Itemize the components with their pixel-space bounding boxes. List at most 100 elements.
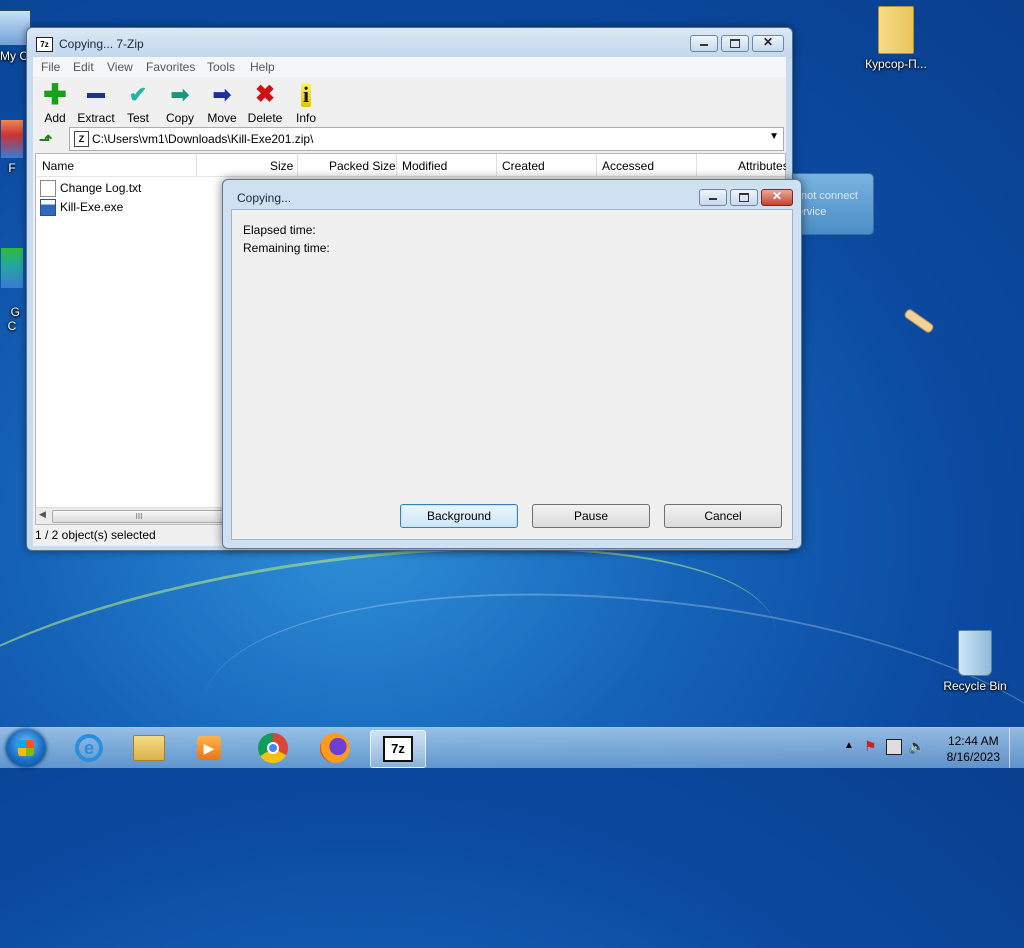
col-packed-size[interactable]: Packed Size <box>329 159 396 173</box>
exe-file-icon <box>40 198 56 216</box>
windows-logo-icon <box>18 740 34 756</box>
extract-button[interactable]: Extract <box>74 83 118 125</box>
check-icon: ✔ <box>128 82 148 107</box>
close-icon: ✕ <box>762 35 774 49</box>
plus-icon: ✚ <box>43 79 67 110</box>
delete-button[interactable]: ✖ Delete <box>243 83 287 126</box>
background-button[interactable]: Background <box>400 504 518 528</box>
menu-help[interactable]: Help <box>250 60 275 74</box>
double-arrow-icon: ➡ <box>170 82 190 107</box>
minus-icon <box>74 83 118 107</box>
maximize-icon <box>730 39 740 48</box>
address-bar: ⬏ Z C:\Users\vm1\Downloads\Kill-Exe201.z… <box>35 127 784 151</box>
action-center-flag-icon[interactable]: ⚑ <box>864 738 877 755</box>
show-hidden-icons-icon[interactable]: ▲ <box>844 740 854 751</box>
address-path: C:\Users\vm1\Downloads\Kill-Exe201.zip\ <box>92 132 314 146</box>
desktop-icon-label: F <box>8 161 16 175</box>
test-label: Test <box>126 111 149 125</box>
bone-cursor-icon <box>903 307 935 335</box>
7zip-app-icon: 7z <box>36 37 53 52</box>
dialog-maximize-button[interactable] <box>730 189 758 206</box>
desktop-icon-label: My C <box>0 49 28 63</box>
col-size[interactable]: Size <box>270 159 293 173</box>
close-button[interactable]: ✕ <box>752 35 784 52</box>
minimize-icon <box>709 198 717 200</box>
taskbar-7zip[interactable]: 7z <box>370 730 426 768</box>
address-combo[interactable]: Z C:\Users\vm1\Downloads\Kill-Exe201.zip… <box>69 127 784 151</box>
chevron-down-icon[interactable]: ▼ <box>769 131 779 142</box>
col-attributes[interactable]: Attributes <box>738 159 786 173</box>
menu-file[interactable]: File <box>41 60 60 74</box>
move-label: Move <box>207 111 237 125</box>
volume-icon[interactable]: 🔈 <box>908 738 925 755</box>
chrome-icon <box>258 733 288 763</box>
delete-label: Delete <box>247 111 283 125</box>
move-button[interactable]: ➡ Move <box>200 82 244 126</box>
show-desktop-button[interactable] <box>1009 728 1024 768</box>
shortcut-icon <box>1 248 23 288</box>
menu-tools[interactable]: Tools <box>207 60 235 74</box>
pause-button[interactable]: Pause <box>532 504 650 528</box>
col-name[interactable]: Name <box>42 159 74 173</box>
menu-edit[interactable]: Edit <box>73 60 94 74</box>
menu-bar: File Edit View Favorites Tools Help <box>33 57 786 77</box>
col-modified[interactable]: Modified <box>402 159 447 173</box>
list-item[interactable]: Kill-Exe.exe <box>40 198 123 216</box>
add-label: Add <box>44 111 66 125</box>
minimize-icon <box>700 44 708 46</box>
taskbar-file-explorer[interactable] <box>122 730 176 766</box>
desktop-icon-label: Курсор-П... <box>865 57 927 71</box>
desktop-icon-kursor-folder[interactable]: Курсор-П... <box>856 6 936 71</box>
file-explorer-icon <box>133 735 165 761</box>
menu-view[interactable]: View <box>107 60 133 74</box>
dialog-minimize-button[interactable] <box>699 189 727 206</box>
caption-buttons: ✕ <box>690 35 784 52</box>
test-button[interactable]: ✔ Test <box>116 82 160 126</box>
taskbar-media-player[interactable]: ▶ <box>182 730 236 766</box>
dialog-caption-buttons: ✕ <box>699 189 793 206</box>
minimize-button[interactable] <box>690 35 718 52</box>
col-divider <box>196 154 197 176</box>
notification-balloon[interactable]: not connect ervice <box>790 173 874 235</box>
zip-archive-icon: Z <box>74 131 89 147</box>
clock-date: 8/16/2023 <box>946 750 1000 764</box>
media-player-icon: ▶ <box>197 736 221 760</box>
notification-line-1: not connect <box>801 190 858 202</box>
taskbar-firefox[interactable] <box>308 730 362 766</box>
taskbar-internet-explorer[interactable]: e <box>62 730 116 766</box>
clock[interactable]: 12:44 AM 8/16/2023 <box>947 733 1000 765</box>
info-icon: i <box>301 82 311 107</box>
dialog-client: Elapsed time: Remaining time: Background… <box>231 209 793 540</box>
internet-explorer-icon: e <box>75 734 103 762</box>
add-button[interactable]: ✚ Add <box>33 79 77 126</box>
folder-icon <box>878 6 914 54</box>
info-button[interactable]: i Info <box>284 83 328 125</box>
text-file-icon <box>40 179 56 197</box>
menu-favorites[interactable]: Favorites <box>146 60 195 74</box>
column-header: Name Size Packed Size Modified Created A… <box>36 154 786 177</box>
up-folder-icon[interactable]: ⬏ <box>39 130 57 149</box>
copy-button[interactable]: ➡ Copy <box>158 82 202 126</box>
system-tray: ▲ ⚑ 🔈 12:44 AM 8/16/2023 <box>834 728 1024 768</box>
clock-time: 12:44 AM <box>947 734 999 748</box>
arrow-right-icon: ➡ <box>212 82 232 107</box>
col-created[interactable]: Created <box>502 159 545 173</box>
file-name: Kill-Exe.exe <box>60 200 124 214</box>
scroll-left-icon[interactable]: ◀ <box>39 509 46 520</box>
status-text: 1 / 2 object(s) selected <box>35 528 156 542</box>
list-item[interactable]: Change Log.txt <box>40 179 141 197</box>
taskbar-chrome[interactable] <box>246 730 300 766</box>
col-divider <box>596 154 597 176</box>
scroll-thumb[interactable]: III <box>52 510 226 523</box>
window-titlebar[interactable]: 7z Copying... 7-Zip ✕ <box>27 28 792 58</box>
desktop-icon-label: G C <box>7 305 20 333</box>
cancel-button[interactable]: Cancel <box>664 504 782 528</box>
remaining-time-label: Remaining time: <box>243 241 330 255</box>
col-divider <box>297 154 298 176</box>
network-icon[interactable] <box>886 739 902 755</box>
desktop-icon-recycle-bin[interactable]: Recycle Bin <box>935 630 1015 693</box>
maximize-button[interactable] <box>721 35 749 52</box>
col-accessed[interactable]: Accessed <box>602 159 654 173</box>
dialog-close-button[interactable]: ✕ <box>761 189 793 206</box>
start-button[interactable] <box>6 729 46 767</box>
